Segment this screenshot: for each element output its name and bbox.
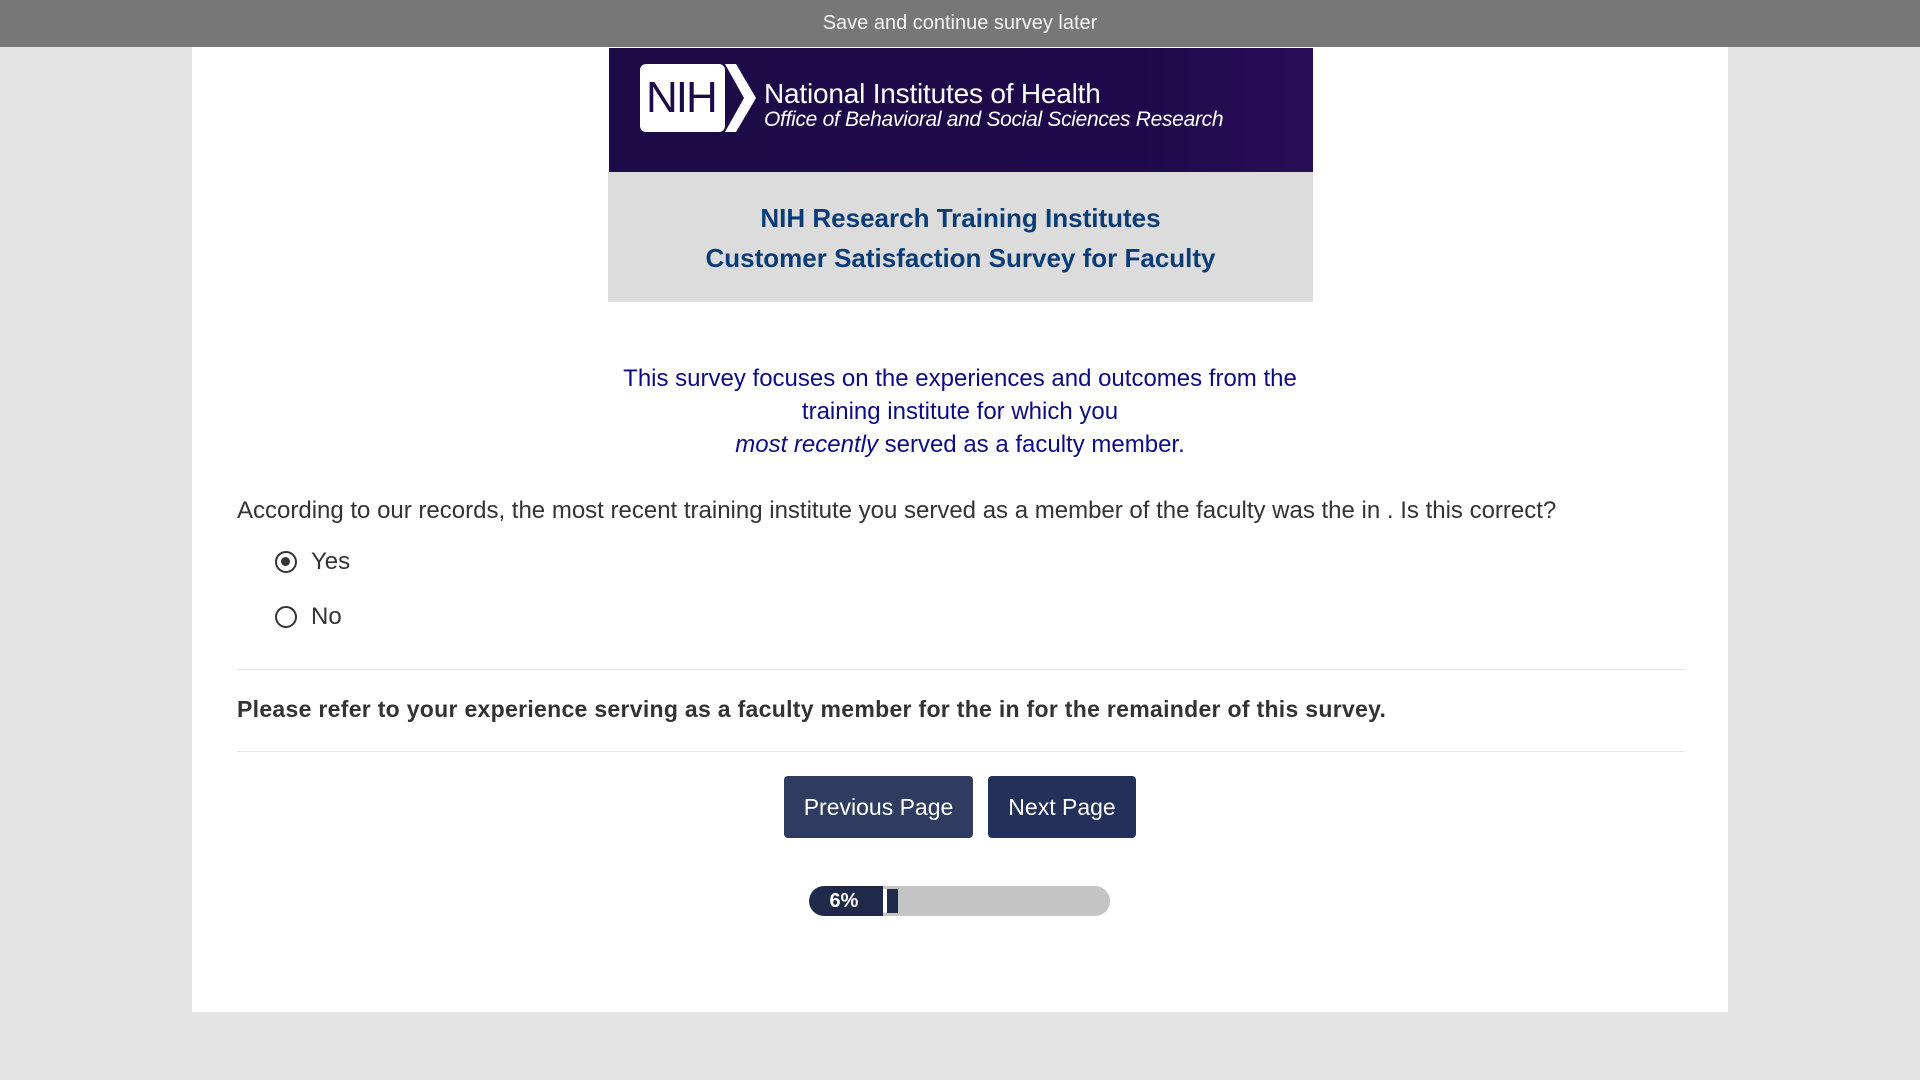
intro-line3-rest: served as a faculty member. [877, 431, 1185, 458]
office-name: Office of Behavioral and Social Sciences… [764, 108, 1224, 131]
intro-line1: This survey focuses on the experiences a… [623, 365, 1297, 392]
progress-bar: 6% [809, 886, 1110, 916]
next-page-button[interactable]: Next Page [988, 776, 1136, 838]
org-name: National Institutes of Health [764, 78, 1101, 109]
remainder-note: Please refer to your experience serving … [237, 696, 1387, 722]
survey-title-line1: NIH Research Training Institutes [760, 203, 1161, 233]
save-continue-later-label: Save and continue survey later [822, 12, 1098, 34]
nih-logo: NIH [640, 64, 756, 132]
option-no-label: No [311, 603, 342, 630]
question-text: According to our records, the most recen… [237, 497, 1557, 524]
save-continue-later-link[interactable]: Save and continue survey later [0, 0, 1920, 47]
previous-page-button[interactable]: Previous Page [784, 776, 973, 838]
nih-header-banner: NIH National Institutes of Health Office… [609, 48, 1313, 172]
option-yes-label: Yes [311, 548, 351, 575]
survey-title-line2: Customer Satisfaction Survey for Faculty [705, 243, 1216, 273]
divider [237, 751, 1685, 752]
intro-line2: training institute for which you [801, 398, 1119, 425]
intro-emphasis: most recently [735, 431, 878, 458]
option-no[interactable]: No [275, 603, 342, 631]
radio-yes-selected[interactable] [275, 551, 297, 573]
divider [237, 669, 1685, 670]
svg-text:NIH: NIH [646, 73, 716, 122]
intro-line3: most recently served as a faculty member… [560, 428, 1360, 461]
progress-fill-end [887, 889, 898, 913]
progress-label: 6% [829, 889, 859, 912]
survey-intro: This survey focuses on the experiences a… [560, 362, 1360, 461]
radio-no[interactable] [275, 606, 297, 628]
option-yes[interactable]: Yes [275, 548, 350, 576]
survey-title-box: NIH Research Training Institutes Custome… [608, 172, 1313, 302]
